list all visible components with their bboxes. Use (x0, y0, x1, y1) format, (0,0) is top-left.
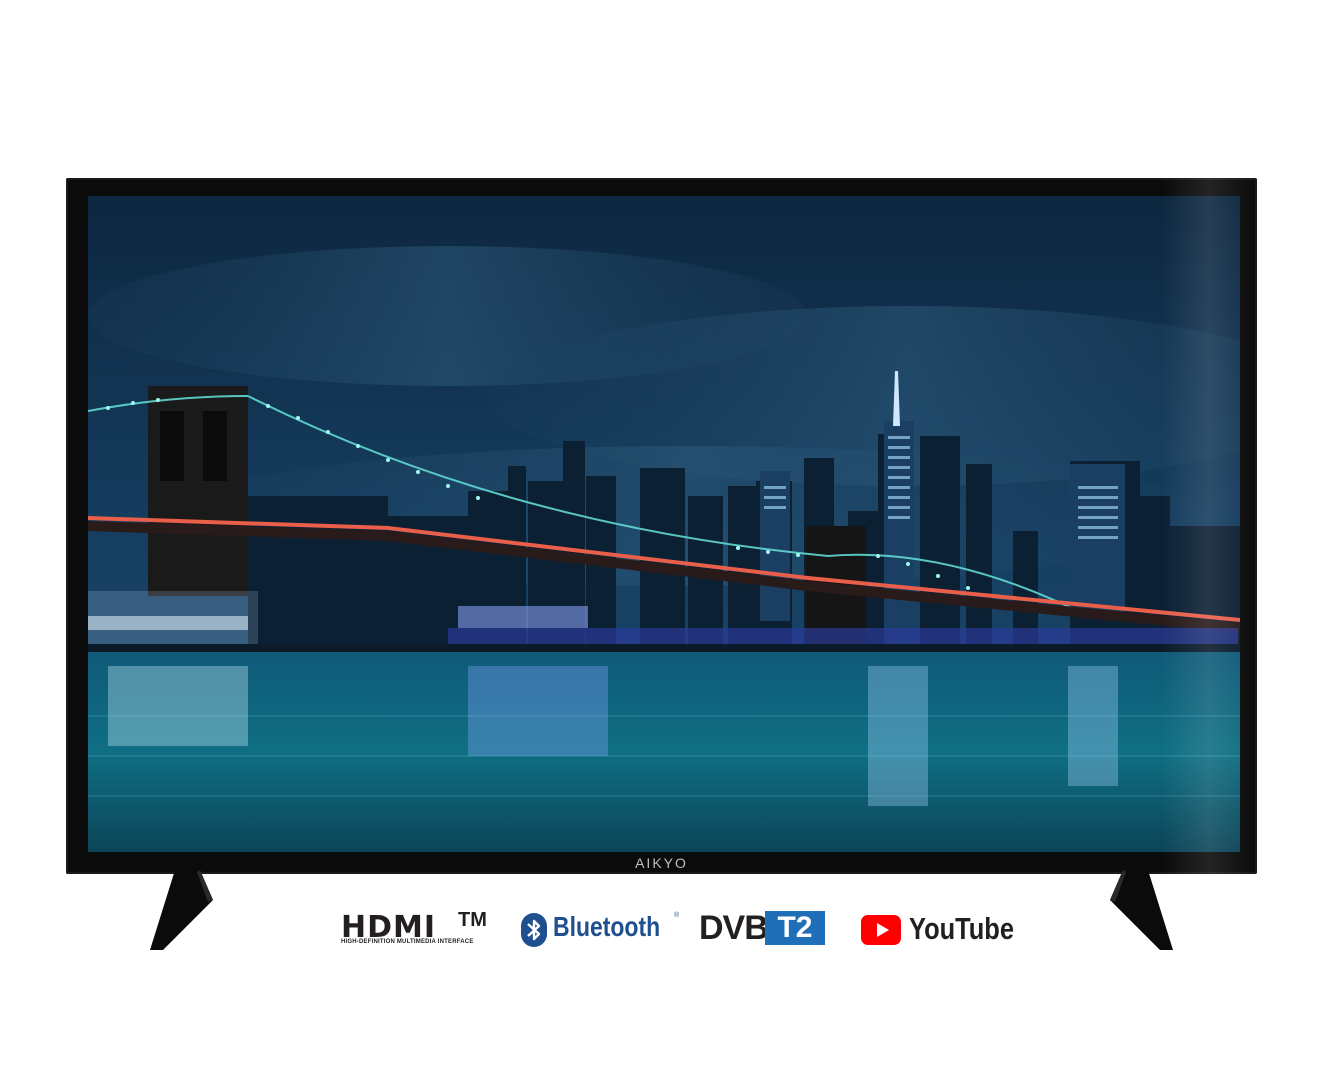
hdmi-subtitle: HIGH-DEFINITION MULTIMEDIA INTERFACE (341, 939, 474, 945)
feature-logos: HDMI TM HIGH-DEFINITION MULTIMEDIA INTER… (335, 902, 1025, 962)
tv-screen-image (88, 196, 1240, 852)
bluetooth-registered-mark: ® (674, 912, 680, 919)
city-skyline-scene (88, 196, 1240, 852)
dvb-t2-logo: DVB T2 (699, 902, 829, 962)
tv-stand-right (1110, 870, 1173, 950)
brand-text: AIKYO (635, 855, 688, 871)
bluetooth-icon (521, 913, 547, 947)
bluetooth-text: Bluetooth (553, 911, 661, 942)
tv-stand-left (150, 870, 213, 950)
dvb-text: DVB (699, 909, 769, 947)
youtube-logo: YouTube (861, 902, 1016, 962)
hdmi-logo: HDMI TM HIGH-DEFINITION MULTIMEDIA INTER… (335, 902, 505, 962)
tv-brand-logo: AIKYO (66, 852, 1257, 874)
youtube-play-icon (861, 915, 901, 945)
tv-frame: AIKYO (66, 178, 1257, 874)
hdmi-tm-mark: TM (458, 909, 487, 931)
youtube-text: YouTube (909, 911, 1014, 946)
dvb-t2-badge: T2 (765, 911, 825, 945)
bluetooth-logo: Bluetooth ® (520, 902, 680, 962)
